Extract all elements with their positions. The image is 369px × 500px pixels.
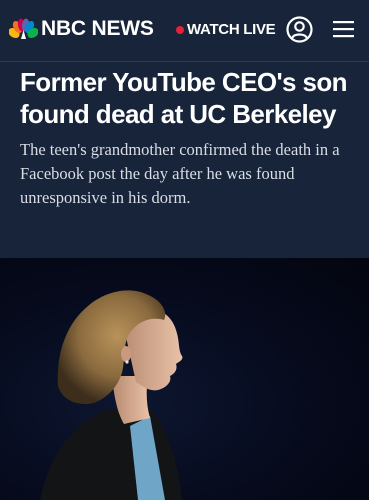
hero-photo-illustration: [40, 290, 183, 500]
hero-image[interactable]: [0, 258, 369, 500]
account-circle-icon[interactable]: [286, 16, 313, 43]
article-dek: The teen's grandmother confirmed the dea…: [20, 140, 340, 207]
nbc-news-logo[interactable]: NBC NEWS: [9, 18, 154, 40]
live-dot-icon: [176, 26, 184, 34]
brand-name: NBC NEWS: [41, 17, 154, 40]
site-header: NBC NEWS WATCH LIVE: [0, 0, 369, 62]
watch-live-label: WATCH LIVE: [187, 21, 276, 38]
hamburger-menu-icon[interactable]: [333, 19, 354, 39]
article-headline[interactable]: Former YouTube CEO's son found dead at U…: [20, 66, 355, 130]
nbc-peacock-icon: [9, 18, 38, 39]
article-header: Former YouTube CEO's son found dead at U…: [0, 62, 369, 258]
watch-live-button[interactable]: WATCH LIVE: [176, 20, 276, 40]
